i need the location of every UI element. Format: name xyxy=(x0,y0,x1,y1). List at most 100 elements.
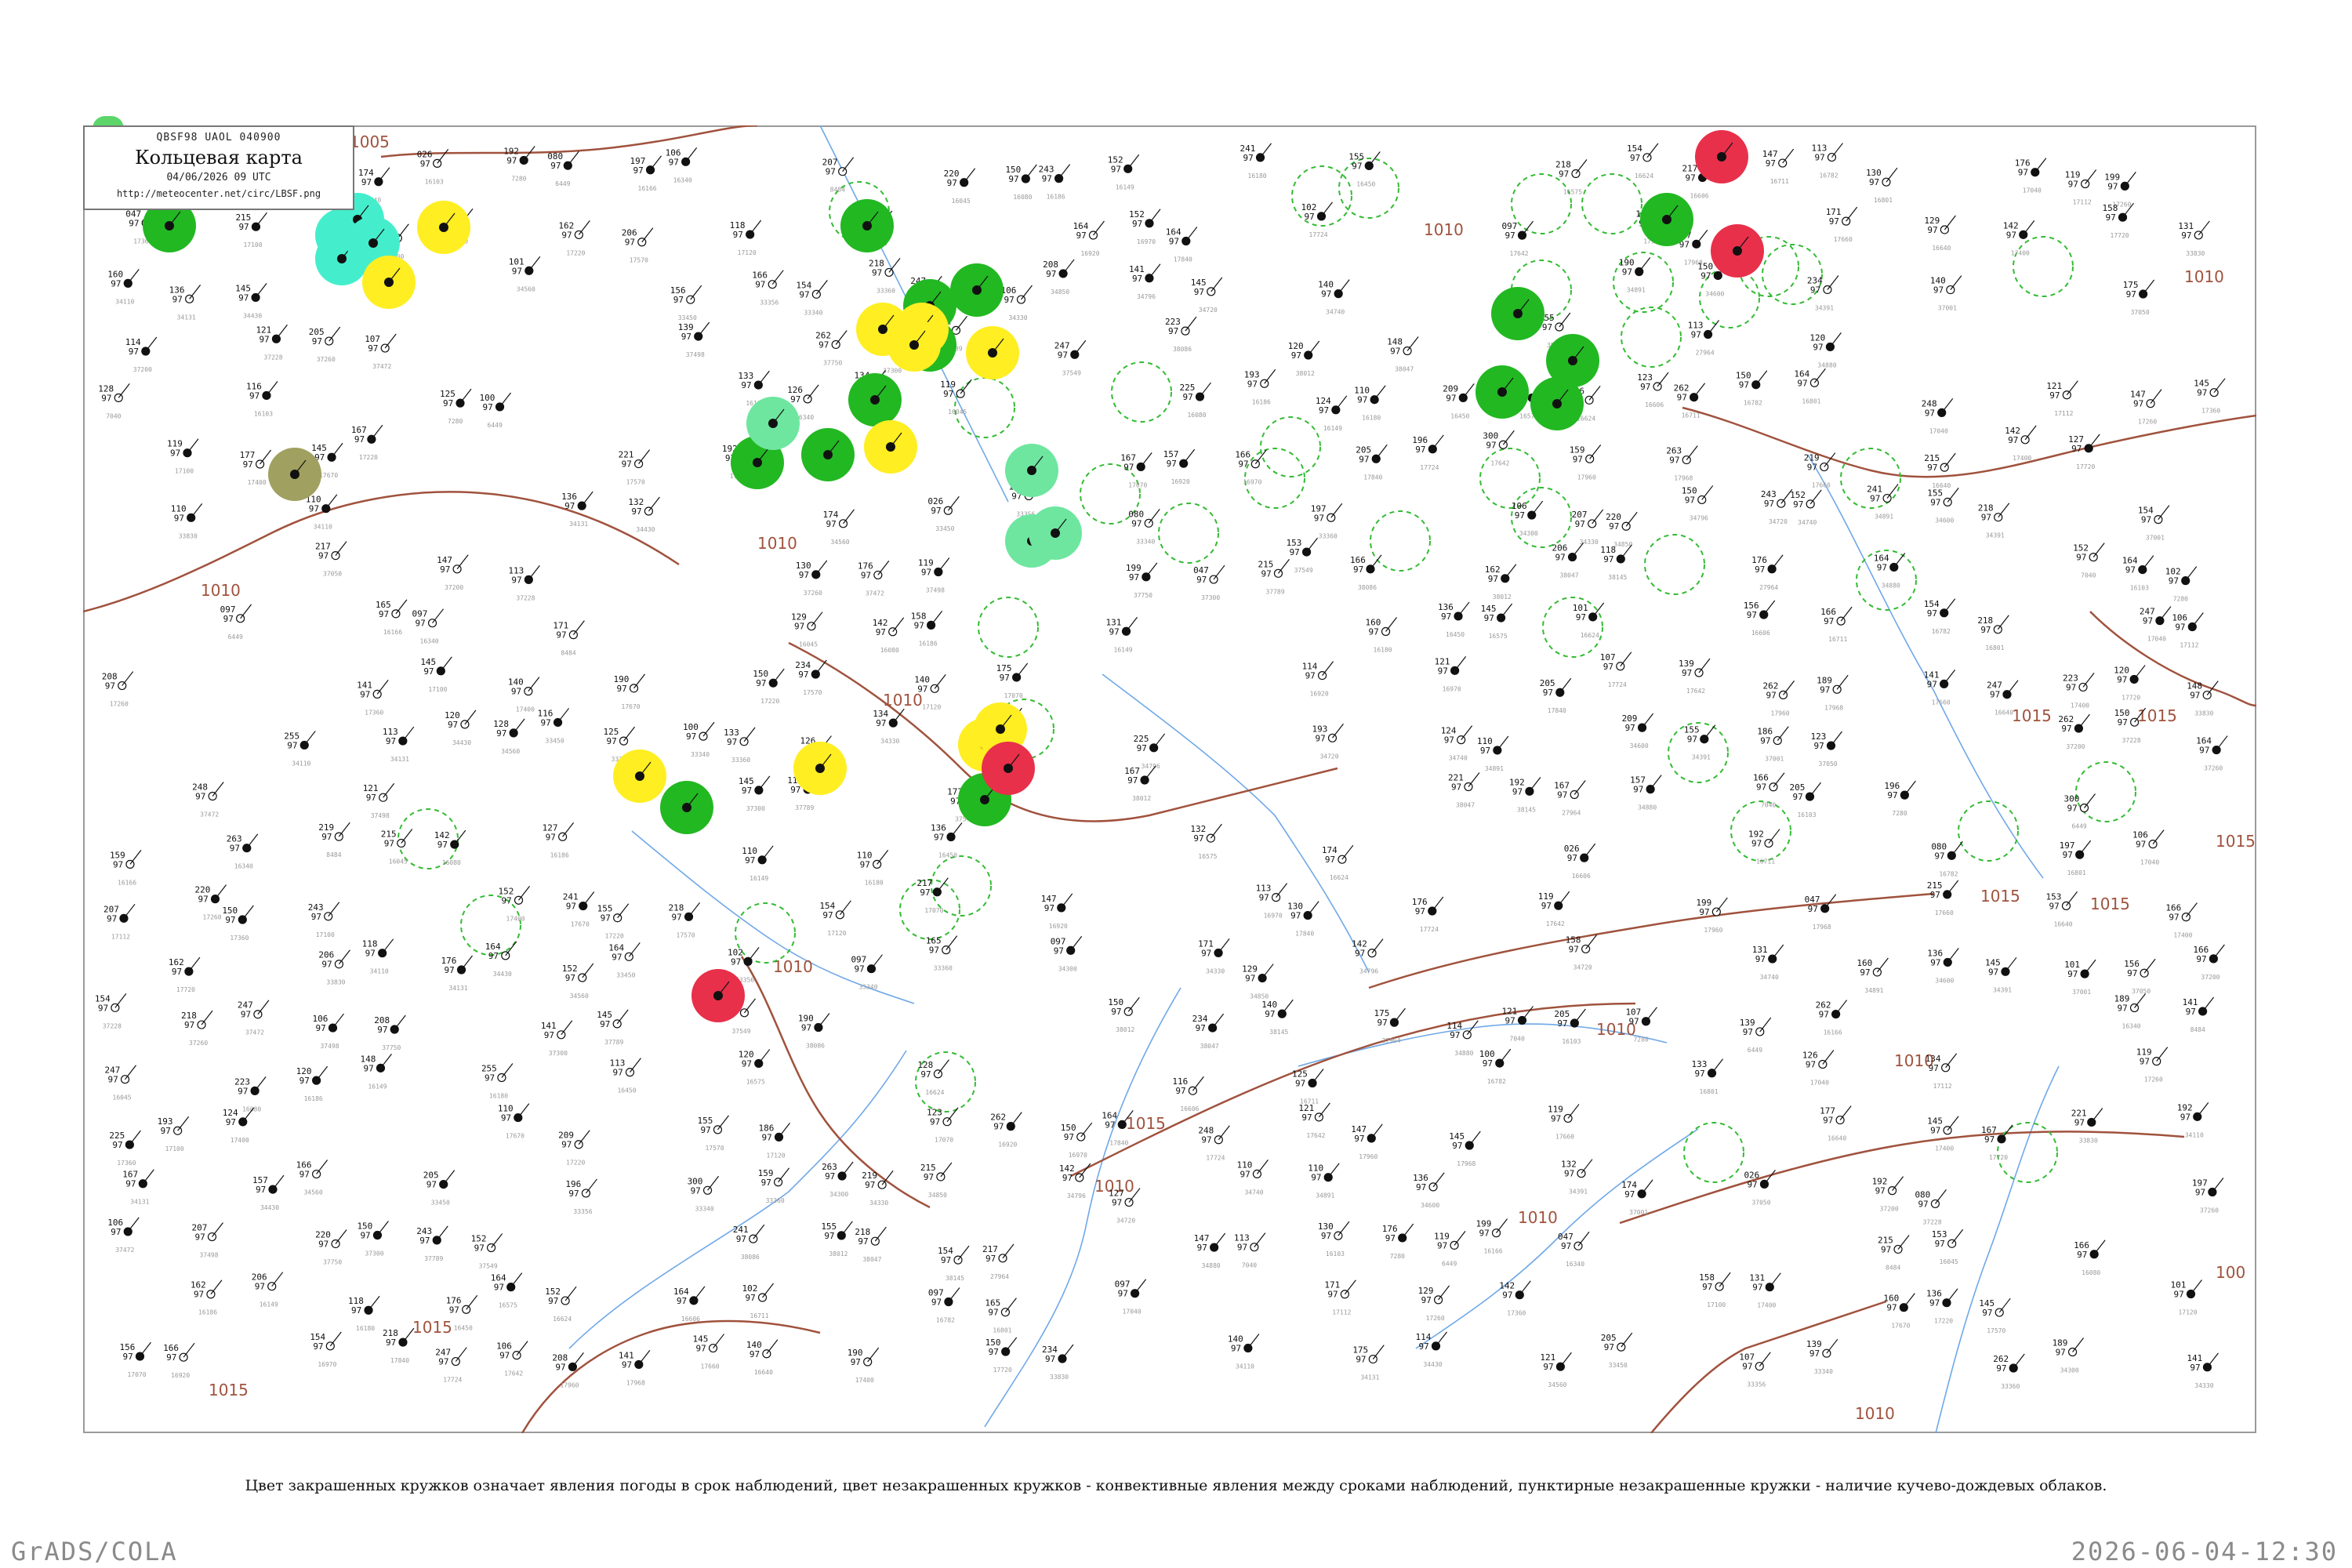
station-temp: 97 xyxy=(419,1236,430,1246)
station-plot: 1929734110 xyxy=(2177,1102,2209,1138)
station-index: 16920 xyxy=(171,1372,190,1379)
station-temp: 97 xyxy=(741,380,751,390)
station-index: 17400 xyxy=(248,479,267,486)
station-index: 37260 xyxy=(189,1040,208,1047)
station-index: 17100 xyxy=(1707,1301,1726,1308)
station-temp: 97 xyxy=(259,334,269,344)
station-index: 33830 xyxy=(2194,710,2213,717)
station-index: 17400 xyxy=(506,915,525,922)
station-plot: 2099734600 xyxy=(1622,713,1654,750)
station-index: 37200 xyxy=(2066,743,2085,750)
station-plot: 1939717100 xyxy=(158,1116,190,1152)
station-plot: 1459717360 xyxy=(2194,378,2226,415)
station-temp: 97 xyxy=(865,1180,875,1190)
station-index: 37050 xyxy=(323,571,342,578)
station-plot: 1069737498 xyxy=(312,1013,344,1050)
station-plot: 1549716970 xyxy=(310,1331,342,1368)
station-index: 16180 xyxy=(1248,172,1267,180)
station-index: 7040 xyxy=(1242,1262,1257,1269)
station-plot: 1549717120 xyxy=(819,900,851,937)
station-temp: 97 xyxy=(920,1069,931,1080)
station-temp: 97 xyxy=(825,1171,835,1181)
station-temp: 97 xyxy=(1881,1244,1891,1254)
station-plot: 0979716340 xyxy=(412,608,445,645)
station-index: 16103 xyxy=(425,178,444,185)
station-index: 37228 xyxy=(263,354,282,361)
station-temp: 97 xyxy=(544,1030,554,1040)
station-temp: 97 xyxy=(1699,907,1709,917)
station-index: 17260 xyxy=(110,701,129,708)
station-index: 37228 xyxy=(1922,1218,1941,1225)
station-index: 16166 xyxy=(383,629,402,636)
station-index: 16782 xyxy=(1487,1078,1506,1085)
station-temp: 97 xyxy=(568,1189,579,1199)
station-temp: 97 xyxy=(315,1023,325,1033)
station-temp: 97 xyxy=(1259,893,1269,903)
station-temp: 97 xyxy=(2049,901,2060,911)
station-plot: 1409734740 xyxy=(1318,279,1350,316)
station-plot: 125977280 xyxy=(440,388,472,425)
station-plot: 1579734430 xyxy=(252,1174,285,1211)
station-plot: 141978484 xyxy=(2183,996,2215,1033)
station-temp: 97 xyxy=(1756,782,1766,793)
station-plot: 1999716166 xyxy=(1476,1218,1508,1255)
station-plot: 2069733830 xyxy=(318,949,350,986)
station-index: 34110 xyxy=(292,760,310,767)
station-plot: 2239738086 xyxy=(1165,316,1197,353)
station-index: 34720 xyxy=(1573,964,1592,971)
station-temp: 97 xyxy=(360,689,370,699)
station-temp: 97 xyxy=(363,1063,373,1073)
station-index: 16045 xyxy=(948,408,967,416)
station-index: 37789 xyxy=(1265,588,1284,595)
station-plot: 2419738086 xyxy=(733,1224,765,1261)
station-plot: 1109716180 xyxy=(1354,385,1386,422)
cb-dashed-circle xyxy=(1370,510,1431,572)
station-temp: 97 xyxy=(2107,181,2118,191)
station-plot: 2219738047 xyxy=(1448,772,1480,808)
station-temp: 97 xyxy=(1046,269,1056,279)
station-index: 17724 xyxy=(1420,464,1439,471)
station-temp: 97 xyxy=(1175,1086,1185,1096)
station-index: 17670 xyxy=(622,703,641,710)
station-plot: 1429716080 xyxy=(434,829,466,866)
station-plot: 1749716624 xyxy=(1322,844,1354,881)
station-temp: 97 xyxy=(1685,495,1695,505)
station-plot: 1489716149 xyxy=(360,1053,392,1090)
station-index: 17724 xyxy=(1309,231,1328,238)
station-temp: 97 xyxy=(929,946,939,956)
station-index: 34740 xyxy=(1760,974,1779,981)
station-index: 16606 xyxy=(1180,1105,1199,1112)
station-index: 17112 xyxy=(111,933,130,940)
station-temp: 97 xyxy=(494,1283,504,1293)
station-plot: 1569737050 xyxy=(2124,958,2156,995)
station-index: 34430 xyxy=(243,312,262,319)
station-index: 27964 xyxy=(1381,1037,1400,1044)
station-temp: 97 xyxy=(851,1357,861,1367)
station-temp: 97 xyxy=(921,568,931,578)
station-plot: 1139737228 xyxy=(508,564,540,601)
station-temp: 97 xyxy=(1062,1173,1073,1183)
station-index: 33340 xyxy=(804,309,822,316)
station-plot: 2489737472 xyxy=(192,782,224,818)
station-index: 34430 xyxy=(1424,1361,1443,1368)
station-index: 7280 xyxy=(511,175,526,182)
station-plot: 1579716920 xyxy=(1163,448,1196,485)
station-temp: 97 xyxy=(2077,1250,2087,1260)
station-temp: 97 xyxy=(194,1290,204,1300)
station-index: 34131 xyxy=(177,314,196,321)
station-temp: 97 xyxy=(226,1117,236,1127)
station-plot: 2629737750 xyxy=(815,330,848,366)
station-temp: 97 xyxy=(1512,786,1523,797)
station-temp: 97 xyxy=(622,1359,632,1370)
station-temp: 97 xyxy=(1327,1290,1338,1300)
station-plot: 2219733830 xyxy=(2071,1108,2103,1144)
station-plot: 2219717570 xyxy=(619,449,651,486)
station-temp: 97 xyxy=(799,570,809,580)
station-index: 17100 xyxy=(316,931,335,938)
station-index: 17112 xyxy=(1933,1083,1952,1090)
station-plot: 1199717660 xyxy=(1548,1104,1580,1140)
station-temp: 97 xyxy=(548,1296,558,1306)
station-index: 34891 xyxy=(1875,514,1893,521)
station-temp: 97 xyxy=(1290,547,1300,557)
station-index: 17260 xyxy=(2138,419,2157,426)
